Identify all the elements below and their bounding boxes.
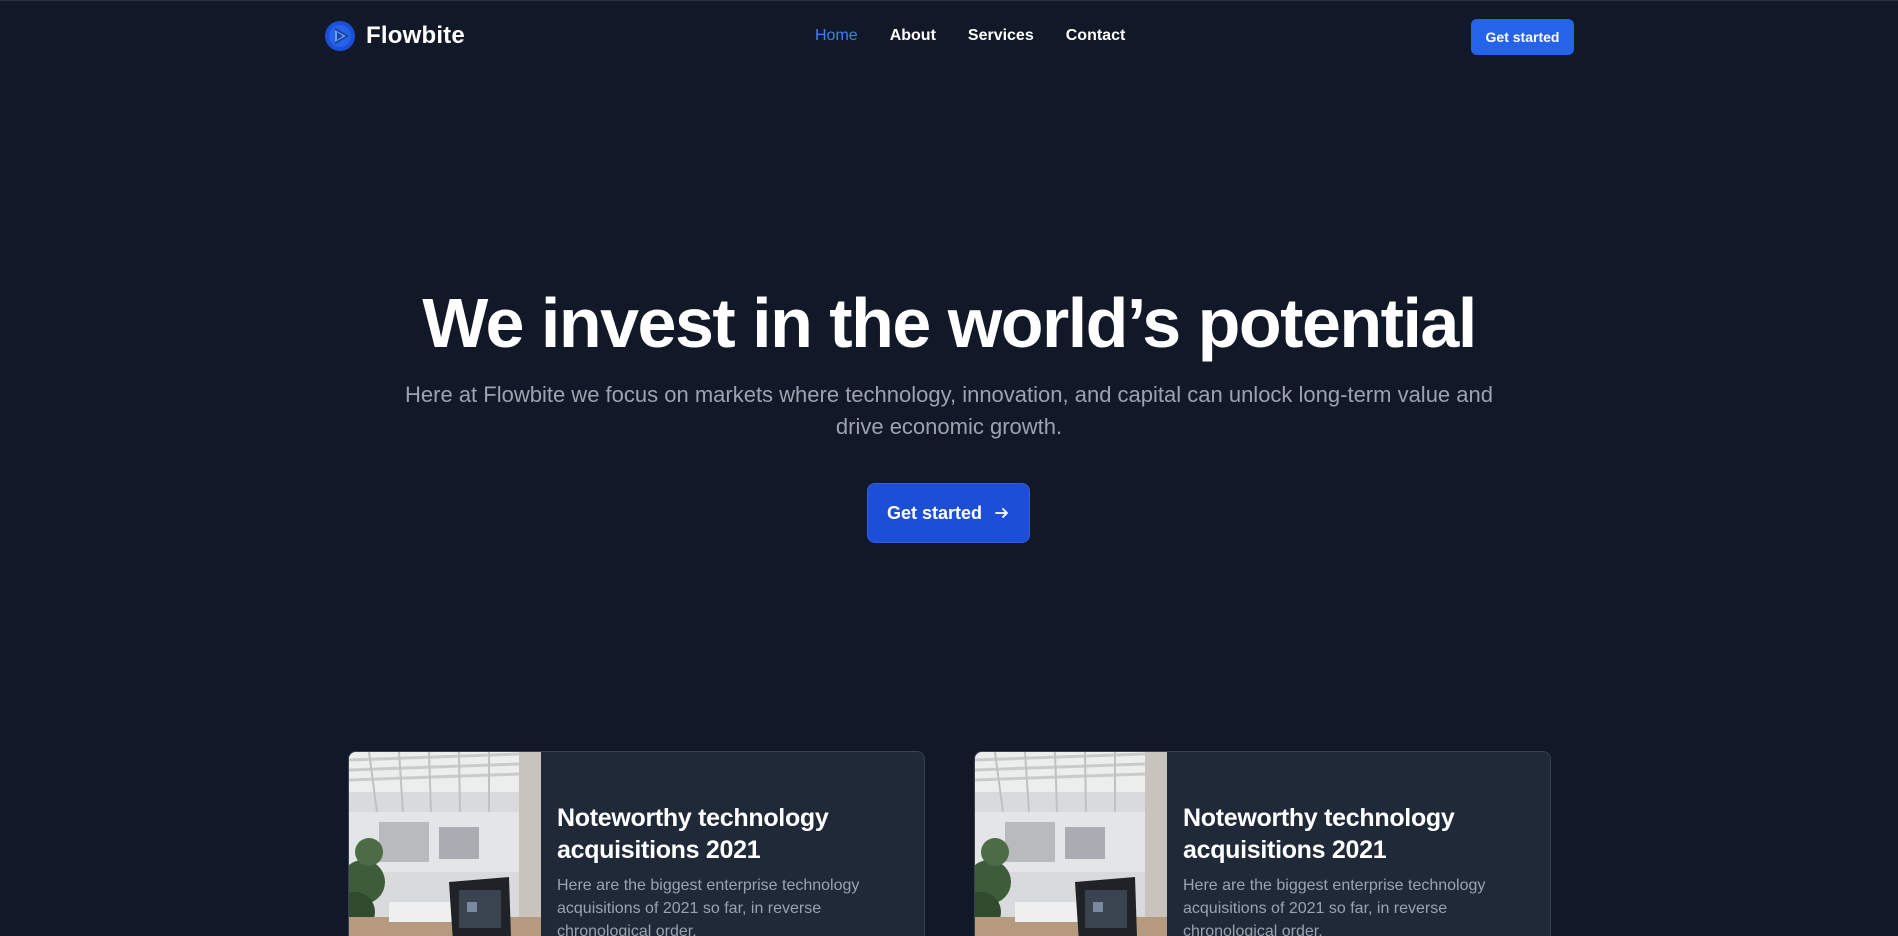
flowbite-logo-icon: [325, 21, 355, 51]
nav-link-about[interactable]: About: [890, 27, 936, 45]
nav-link-contact[interactable]: Contact: [1066, 27, 1126, 45]
card-title: Noteworthy technology acquisitions 2021: [1183, 804, 1455, 864]
card-body: Noteworthy technology acquisitions 2021 …: [1183, 802, 1523, 936]
nav-link-home[interactable]: Home: [815, 27, 858, 45]
card-title: Noteworthy technology acquisitions 2021: [557, 804, 829, 864]
card-description: Here are the biggest enterprise technolo…: [1183, 877, 1486, 936]
arrow-right-icon: [995, 508, 1008, 518]
office-laptop-photo: [349, 752, 541, 936]
office-laptop-photo: [975, 752, 1167, 936]
hero-cta-label: Get started: [886, 502, 983, 523]
card-description: Here are the biggest enterprise technolo…: [557, 877, 860, 936]
landing-page: Flowbite Home About Services Contact Get…: [0, 0, 1898, 936]
navbar: Flowbite Home About Services Contact Get…: [324, 1, 1574, 73]
hero-title: We invest in the world’s potential: [422, 284, 1477, 362]
nav-links: Home About Services Contact: [815, 27, 1125, 45]
article-card[interactable]: Noteworthy technology acquisitions 2021 …: [348, 751, 925, 936]
card-body: Noteworthy technology acquisitions 2021 …: [557, 802, 897, 936]
nav-get-started-button[interactable]: Get started: [1471, 19, 1574, 55]
brand-link[interactable]: Flowbite: [324, 20, 465, 52]
article-card[interactable]: Noteworthy technology acquisitions 2021 …: [974, 751, 1551, 936]
nav-link-services[interactable]: Services: [968, 27, 1034, 45]
brand-name: Flowbite: [366, 22, 465, 49]
hero-get-started-button[interactable]: Get started: [867, 483, 1030, 543]
hero-subtitle: Here at Flowbite we focus on markets whe…: [405, 382, 1493, 439]
